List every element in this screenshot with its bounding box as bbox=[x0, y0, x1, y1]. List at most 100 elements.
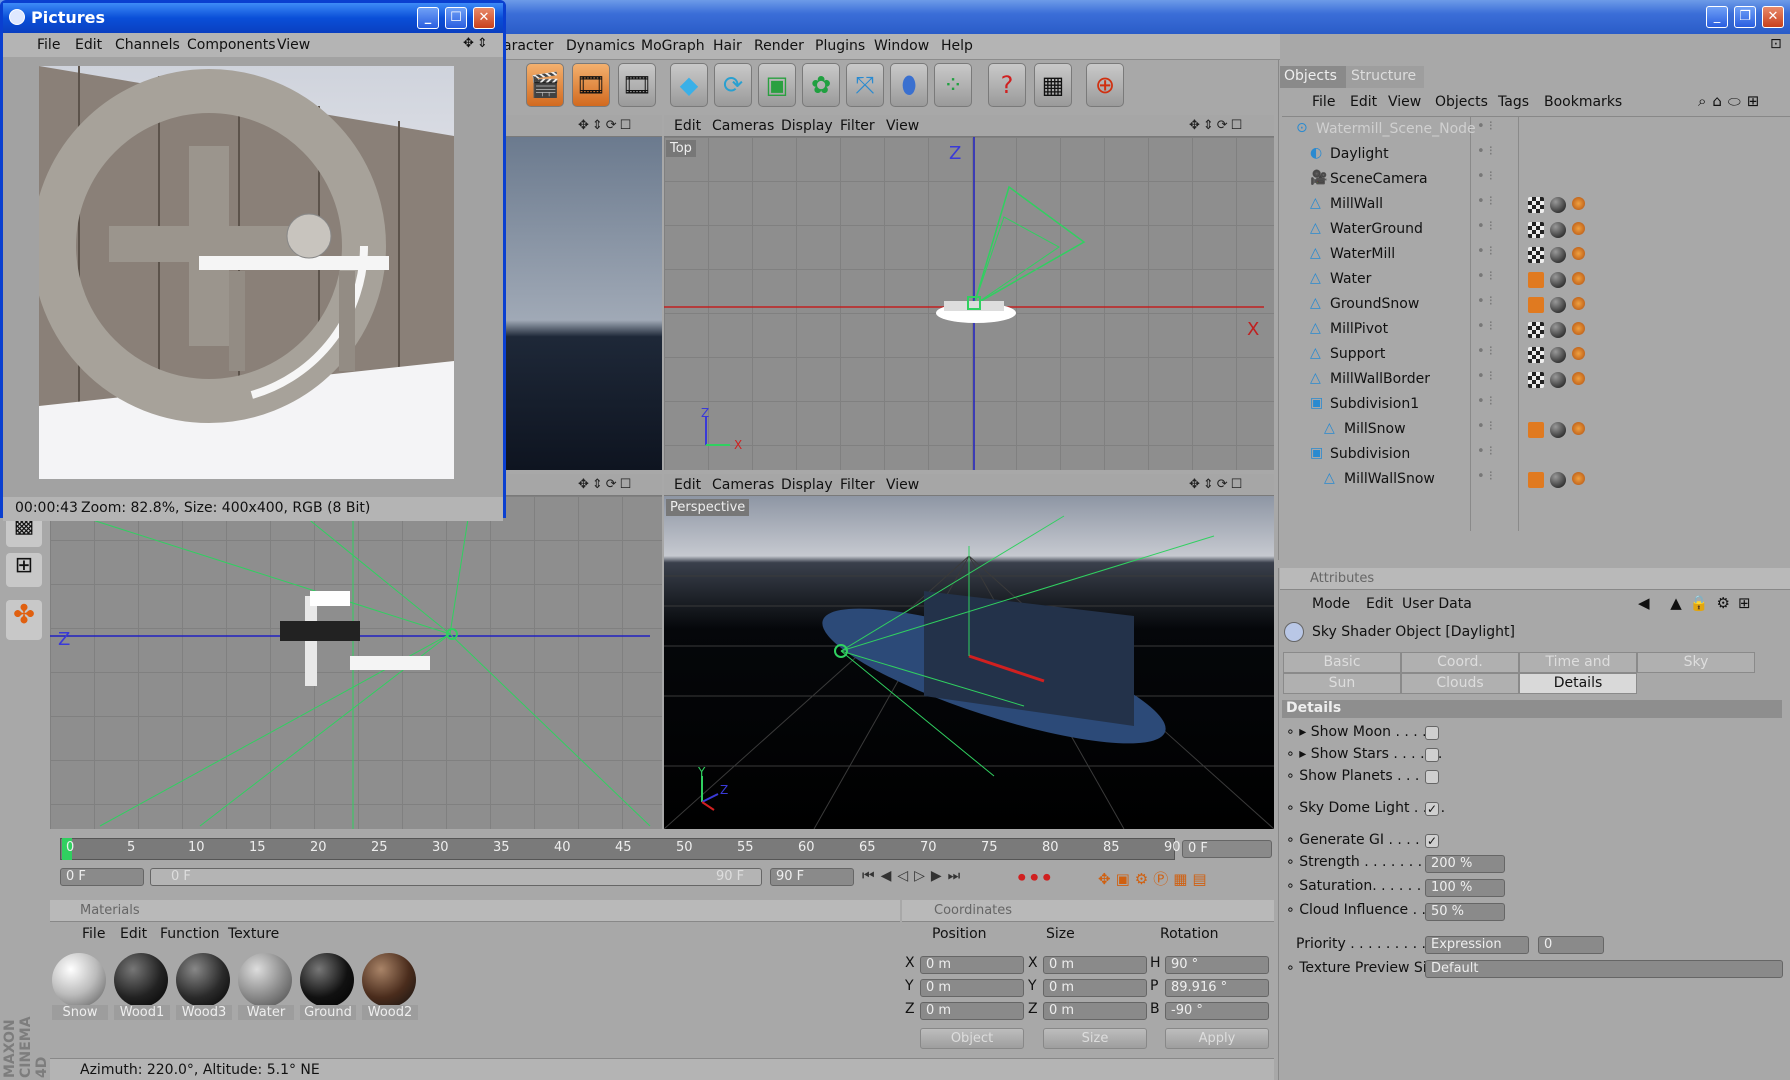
nurbs-icon[interactable]: ▣ bbox=[758, 63, 796, 107]
preview-range-slider[interactable]: 0 F 90 F bbox=[150, 868, 762, 886]
vp-menu-filter[interactable]: Filter bbox=[840, 477, 875, 493]
cube-icon[interactable]: ◆ bbox=[670, 63, 708, 107]
render-settings-icon[interactable]: 🎞 bbox=[618, 63, 656, 107]
material-tag-icon[interactable] bbox=[1550, 472, 1566, 488]
obj-menu-edit[interactable]: Edit bbox=[1350, 94, 1377, 110]
object-row[interactable]: ◐ Daylight • ⁝ bbox=[1282, 142, 1762, 167]
phong-tag-icon[interactable] bbox=[1572, 197, 1585, 210]
minimize-icon[interactable]: _ bbox=[1706, 6, 1728, 28]
maximize-icon[interactable]: ☐ bbox=[445, 7, 467, 29]
end-frame-field[interactable]: 90 F bbox=[770, 868, 854, 886]
menu-hair[interactable]: Hair bbox=[713, 38, 742, 54]
material-ground[interactable]: Ground bbox=[300, 953, 356, 1025]
sky-dome-light-checkbox[interactable]: ✓ bbox=[1425, 802, 1439, 816]
object-row[interactable]: △ MillWall • ⁝ bbox=[1282, 192, 1762, 217]
show-moon-checkbox[interactable] bbox=[1425, 726, 1439, 740]
web-icon[interactable]: ⊕ bbox=[1086, 63, 1124, 107]
start-frame-field[interactable]: 0 F bbox=[60, 868, 144, 886]
pictures-title-bar[interactable]: Pictures _ ☐ ✕ bbox=[3, 3, 503, 33]
priority-number-field[interactable]: 0 bbox=[1538, 936, 1604, 954]
tab-clouds[interactable]: Clouds bbox=[1401, 673, 1519, 694]
tab-time-location[interactable]: Time and Location bbox=[1519, 652, 1637, 689]
texture-tag-icon[interactable] bbox=[1528, 422, 1544, 438]
visibility-dots-icon[interactable]: • ⁝ bbox=[1477, 469, 1493, 484]
visibility-dots-icon[interactable]: • ⁝ bbox=[1477, 344, 1493, 359]
obj-menu-file[interactable]: File bbox=[1312, 94, 1335, 110]
mat-menu-texture[interactable]: Texture bbox=[228, 926, 279, 942]
object-row[interactable]: ▣ Subdivision1 • ⁝ bbox=[1282, 392, 1762, 417]
material-tag-icon[interactable] bbox=[1550, 422, 1566, 438]
tab-sky[interactable]: Sky bbox=[1637, 652, 1755, 673]
close-icon[interactable]: ✕ bbox=[1762, 6, 1784, 28]
particle-icon[interactable]: ⁘ bbox=[934, 63, 972, 107]
tag-manager-icon[interactable]: ▦ bbox=[1034, 63, 1072, 107]
texture-tag-icon[interactable] bbox=[1528, 197, 1544, 213]
render-view-icon[interactable]: 🎬 bbox=[526, 63, 564, 107]
vp-menu-display[interactable]: Display bbox=[781, 477, 833, 493]
help-icon[interactable]: ? bbox=[988, 63, 1026, 107]
vp-menu-view[interactable]: View bbox=[886, 477, 919, 493]
deformer-icon[interactable]: ⤧ bbox=[846, 63, 884, 107]
visibility-dots-icon[interactable]: • ⁝ bbox=[1477, 269, 1493, 284]
vp-menu-display[interactable]: Display bbox=[781, 118, 833, 134]
object-row[interactable]: △ MillWallSnow • ⁝ bbox=[1282, 467, 1762, 492]
mat-menu-function[interactable]: Function bbox=[160, 926, 220, 942]
generate-gi-checkbox[interactable]: ✓ bbox=[1425, 834, 1439, 848]
object-row[interactable]: △ MillSnow • ⁝ bbox=[1282, 417, 1762, 442]
size-x-field[interactable]: 0 m bbox=[1043, 956, 1147, 974]
vp-menu-edit[interactable]: Edit bbox=[674, 477, 701, 493]
menu-mograph[interactable]: MoGraph bbox=[641, 38, 705, 54]
strength-field[interactable]: 200 % bbox=[1425, 855, 1505, 873]
mat-menu-edit[interactable]: Edit bbox=[120, 926, 147, 942]
pic-menu-view[interactable]: View bbox=[277, 37, 310, 53]
material-wood3[interactable]: Wood3 bbox=[176, 953, 232, 1025]
visibility-dots-icon[interactable]: • ⁝ bbox=[1477, 169, 1493, 184]
position-z-field[interactable]: 0 m bbox=[920, 1002, 1024, 1020]
obj-menu-objects[interactable]: Objects bbox=[1435, 94, 1488, 110]
layout-icon[interactable]: ⊡ bbox=[1770, 36, 1782, 52]
object-tree[interactable]: ⊙ Watermill_Scene_Node • ⁝ ◐ Daylight • ⁝ 🎥 Sce… bbox=[1282, 116, 1790, 531]
viewport-nav-icons[interactable]: ✥⇕⟳☐ bbox=[578, 118, 634, 133]
material-tag-icon[interactable] bbox=[1550, 222, 1566, 238]
phong-tag-icon[interactable] bbox=[1572, 272, 1585, 285]
vp-menu-cameras[interactable]: Cameras bbox=[712, 118, 774, 134]
mat-menu-file[interactable]: File bbox=[82, 926, 105, 942]
phong-tag-icon[interactable] bbox=[1572, 422, 1585, 435]
material-wood2[interactable]: Wood2 bbox=[362, 953, 418, 1025]
tab-basic[interactable]: Basic bbox=[1283, 652, 1401, 673]
visibility-dots-icon[interactable]: • ⁝ bbox=[1477, 294, 1493, 309]
pic-menu-components[interactable]: Components bbox=[187, 37, 276, 53]
visibility-dots-icon[interactable]: • ⁝ bbox=[1477, 369, 1493, 384]
visibility-dots-icon[interactable]: • ⁝ bbox=[1477, 144, 1493, 159]
rotation-b-field[interactable]: -90 ° bbox=[1165, 1002, 1269, 1020]
array-icon[interactable]: ✿ bbox=[802, 63, 840, 107]
vp-menu-view[interactable]: View bbox=[886, 118, 919, 134]
size-z-field[interactable]: 0 m bbox=[1043, 1002, 1147, 1020]
spline-icon[interactable]: ⟳ bbox=[714, 63, 752, 107]
phong-tag-icon[interactable] bbox=[1572, 297, 1585, 310]
viewport-nav-icons[interactable]: ✥⇕⟳☐ bbox=[578, 477, 634, 492]
close-icon[interactable]: ✕ bbox=[473, 7, 495, 29]
menu-dynamics[interactable]: Dynamics bbox=[566, 38, 635, 54]
visibility-dots-icon[interactable]: • ⁝ bbox=[1477, 244, 1493, 259]
show-planets-checkbox[interactable] bbox=[1425, 770, 1439, 784]
visibility-dots-icon[interactable]: • ⁝ bbox=[1477, 194, 1493, 209]
material-tag-icon[interactable] bbox=[1550, 247, 1566, 263]
rotation-h-field[interactable]: 90 ° bbox=[1165, 956, 1269, 974]
menu-render[interactable]: Render bbox=[754, 38, 804, 54]
texture-axis-icon[interactable]: ⊞ bbox=[6, 553, 42, 587]
texture-tag-icon[interactable] bbox=[1528, 372, 1544, 388]
restore-icon[interactable]: ❐ bbox=[1734, 6, 1756, 28]
object-row[interactable]: ▣ Subdivision • ⁝ bbox=[1282, 442, 1762, 467]
phong-tag-icon[interactable] bbox=[1572, 372, 1585, 385]
vp-menu-edit[interactable]: Edit bbox=[674, 118, 701, 134]
material-tag-icon[interactable] bbox=[1550, 372, 1566, 388]
vp-menu-cameras[interactable]: Cameras bbox=[712, 477, 774, 493]
visibility-dots-icon[interactable]: • ⁝ bbox=[1477, 219, 1493, 234]
object-row[interactable]: △ GroundSnow • ⁝ bbox=[1282, 292, 1762, 317]
pictures-window[interactable]: Pictures _ ☐ ✕ File Edit Channels Compon… bbox=[0, 0, 506, 521]
pic-menu-file[interactable]: File bbox=[37, 37, 60, 53]
phong-tag-icon[interactable] bbox=[1572, 347, 1585, 360]
rotation-p-field[interactable]: 89.916 ° bbox=[1165, 979, 1269, 997]
material-wood1[interactable]: Wood1 bbox=[114, 953, 170, 1025]
